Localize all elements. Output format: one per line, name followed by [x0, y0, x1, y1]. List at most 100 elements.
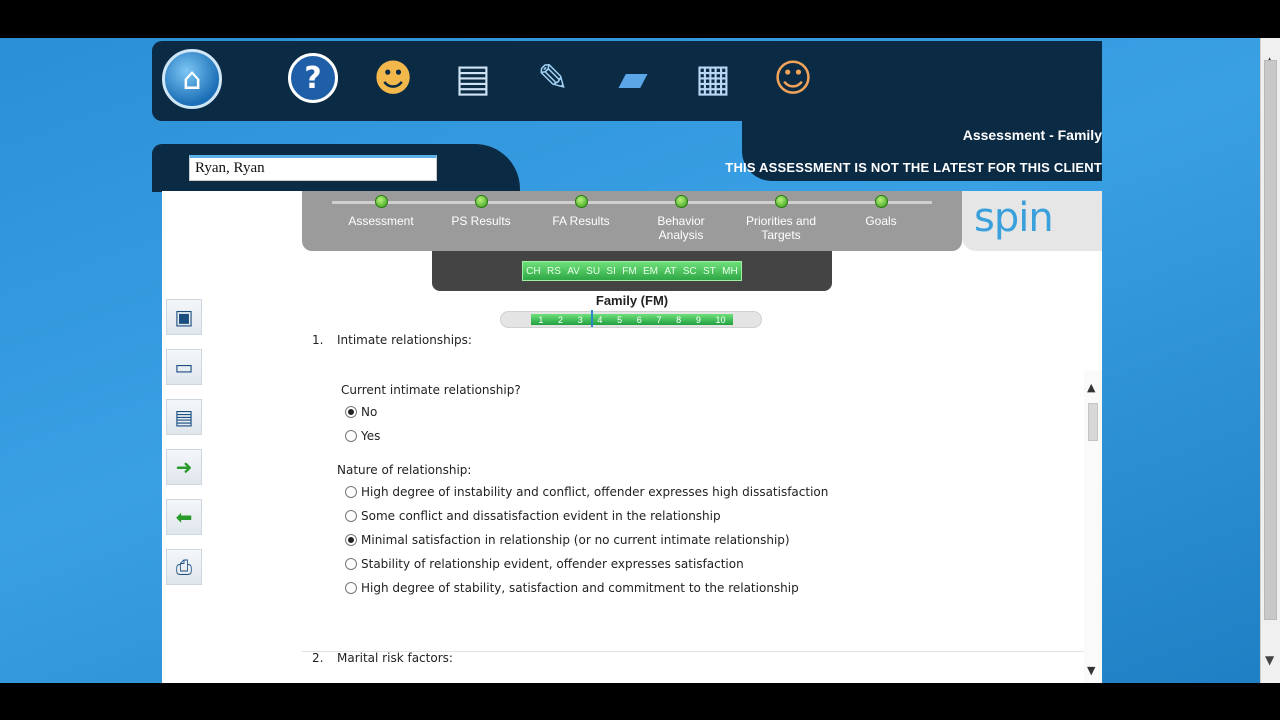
top-nav-bar: ⌂ ? ☻ ▤ ✎ ▰ ▦ ☺ — [152, 41, 1102, 121]
edit-notes-icon[interactable]: ✎ — [526, 51, 580, 105]
domain-tab-su[interactable]: SU — [586, 266, 600, 277]
scale-item-2[interactable]: 2 — [558, 315, 563, 325]
step-dot — [574, 195, 588, 208]
step-ps-results[interactable]: PS Results — [431, 195, 531, 228]
step-label: Assessment — [348, 214, 414, 228]
step-assessment[interactable]: Assessment — [331, 195, 431, 228]
window-scroll-down-icon[interactable]: ▼ — [1265, 653, 1274, 667]
family-icon[interactable]: ☺ — [766, 51, 820, 105]
scale-item-8[interactable]: 8 — [676, 315, 681, 325]
scale-item-6[interactable]: 6 — [637, 315, 642, 325]
step-dot — [674, 195, 688, 208]
domain-tab-sc[interactable]: SC — [683, 266, 697, 277]
client-name-field[interactable]: Ryan, Ryan — [189, 155, 437, 181]
radio-option-stability[interactable]: Stability of relationship evident, offen… — [345, 557, 744, 571]
step-label: Behavior Analysis — [657, 214, 705, 242]
help-icon[interactable]: ? — [288, 53, 338, 103]
current-relationship-label: Current intimate relationship? — [341, 383, 521, 397]
radio-option-high-stability[interactable]: High degree of stability, satisfaction a… — [345, 581, 799, 595]
radio-button[interactable] — [345, 430, 357, 442]
scroll-thumb[interactable] — [1088, 403, 1098, 441]
domain-tab-em[interactable]: EM — [643, 266, 658, 277]
step-dot — [474, 195, 488, 208]
question-scale: 1 2 3 4 5 6 7 8 9 10 — [500, 310, 762, 328]
step-label: Priorities and Targets — [745, 214, 817, 242]
radio-button[interactable] — [345, 406, 357, 418]
radio-label: Stability of relationship evident, offen… — [361, 557, 744, 571]
home-icon[interactable]: ⌂ — [162, 49, 222, 109]
browser-viewport: ⌂ ? ☻ ▤ ✎ ▰ ▦ ☺ Assessment - Family THIS… — [0, 38, 1280, 683]
scale-fill: 1 2 3 4 5 6 7 8 9 10 — [531, 314, 733, 325]
radio-option-instability[interactable]: High degree of instability and conflict,… — [345, 485, 828, 499]
question-area: 1. Intimate relationships: Current intim… — [302, 329, 1086, 683]
main-content: Assessment PS Results FA Results Behavio… — [162, 191, 1102, 683]
step-behavior-analysis[interactable]: Behavior Analysis — [631, 195, 731, 242]
radio-label: No — [361, 405, 378, 419]
domain-tab-at[interactable]: AT — [664, 266, 676, 277]
scale-item-3[interactable]: 3 — [578, 315, 583, 325]
clients-icon[interactable]: ☻ — [366, 51, 420, 105]
next-window-icon[interactable]: ➜ — [166, 449, 202, 485]
section-title: Family (FM) — [595, 293, 669, 308]
domain-tab-si[interactable]: SI — [606, 266, 615, 277]
radio-option-some-conflict[interactable]: Some conflict and dissatisfaction eviden… — [345, 509, 721, 523]
scale-current-marker — [591, 310, 593, 327]
radio-option-no[interactable]: No — [345, 405, 377, 419]
step-priorities-targets[interactable]: Priorities and Targets — [731, 195, 831, 242]
domain-tab-mh[interactable]: MH — [722, 266, 738, 277]
radio-label: High degree of instability and conflict,… — [361, 485, 829, 499]
question-1-number: 1. — [312, 333, 324, 347]
id-card-icon[interactable]: ▤ — [446, 51, 500, 105]
scale-item-9[interactable]: 9 — [696, 315, 701, 325]
step-dot — [874, 195, 888, 208]
domain-tab-rs[interactable]: RS — [547, 266, 561, 277]
scale-item-1[interactable]: 1 — [538, 315, 543, 325]
domain-tab-fm[interactable]: FM — [622, 266, 636, 277]
scale-item-10[interactable]: 10 — [716, 315, 726, 325]
radio-label: Yes — [361, 429, 381, 443]
radio-label: High degree of stability, satisfaction a… — [361, 581, 799, 595]
radio-button[interactable] — [345, 582, 357, 594]
print-icon[interactable]: ⎙ — [166, 549, 202, 585]
assessment-warning: THIS ASSESSMENT IS NOT THE LATEST FOR TH… — [725, 160, 1102, 175]
scale-item-5[interactable]: 5 — [617, 315, 622, 325]
logo-text: spin — [974, 195, 1054, 241]
step-dot — [374, 195, 388, 208]
step-dot — [774, 195, 788, 208]
question-1-title: Intimate relationships: — [337, 333, 472, 347]
radio-label: Minimal satisfaction in relationship (or… — [361, 533, 790, 547]
table-icon[interactable]: ▦ — [686, 51, 740, 105]
window-scroll-thumb[interactable] — [1264, 60, 1277, 620]
step-progress-bar: Assessment PS Results FA Results Behavio… — [302, 191, 962, 251]
radio-option-yes[interactable]: Yes — [345, 429, 380, 443]
radio-button[interactable] — [345, 534, 357, 546]
radio-label: Some conflict and dissatisfaction eviden… — [361, 509, 721, 523]
step-label: PS Results — [451, 214, 511, 228]
scale-item-4[interactable]: 4 — [597, 315, 602, 325]
radio-option-minimal-satisfaction[interactable]: Minimal satisfaction in relationship (or… — [345, 533, 790, 547]
domain-bar: CH RS AV SU SI FM EM AT SC ST MH — [432, 251, 832, 291]
question-2-number: 2. — [312, 651, 324, 665]
domain-tab-ch[interactable]: CH — [526, 266, 540, 277]
spin-app: ⌂ ? ☻ ▤ ✎ ▰ ▦ ☺ Assessment - Family THIS… — [152, 41, 1102, 683]
scroll-up-icon[interactable]: ▲ — [1087, 381, 1095, 394]
save-icon[interactable]: ▣ — [166, 299, 202, 335]
window-scrollbar[interactable]: ▲ ▼ — [1260, 38, 1280, 683]
step-goals[interactable]: Goals — [831, 195, 931, 228]
prev-window-icon[interactable]: ⬅ — [166, 499, 202, 535]
radio-button[interactable] — [345, 558, 357, 570]
spin-logo: spin — [962, 191, 1102, 251]
window-icon[interactable]: ▭ — [166, 349, 202, 385]
domain-tab-st[interactable]: ST — [703, 266, 716, 277]
page-title: Assessment - Family — [962, 127, 1102, 143]
scroll-down-icon[interactable]: ▼ — [1087, 664, 1095, 677]
question-scrollbar[interactable]: ▲ ▼ — [1084, 371, 1102, 683]
radio-button[interactable] — [345, 510, 357, 522]
step-label: Goals — [865, 214, 897, 228]
domain-tab-av[interactable]: AV — [567, 266, 580, 277]
radio-button[interactable] — [345, 486, 357, 498]
window-edit-icon[interactable]: ▤ — [166, 399, 202, 435]
book-icon[interactable]: ▰ — [606, 51, 660, 105]
step-fa-results[interactable]: FA Results — [531, 195, 631, 228]
scale-item-7[interactable]: 7 — [656, 315, 661, 325]
